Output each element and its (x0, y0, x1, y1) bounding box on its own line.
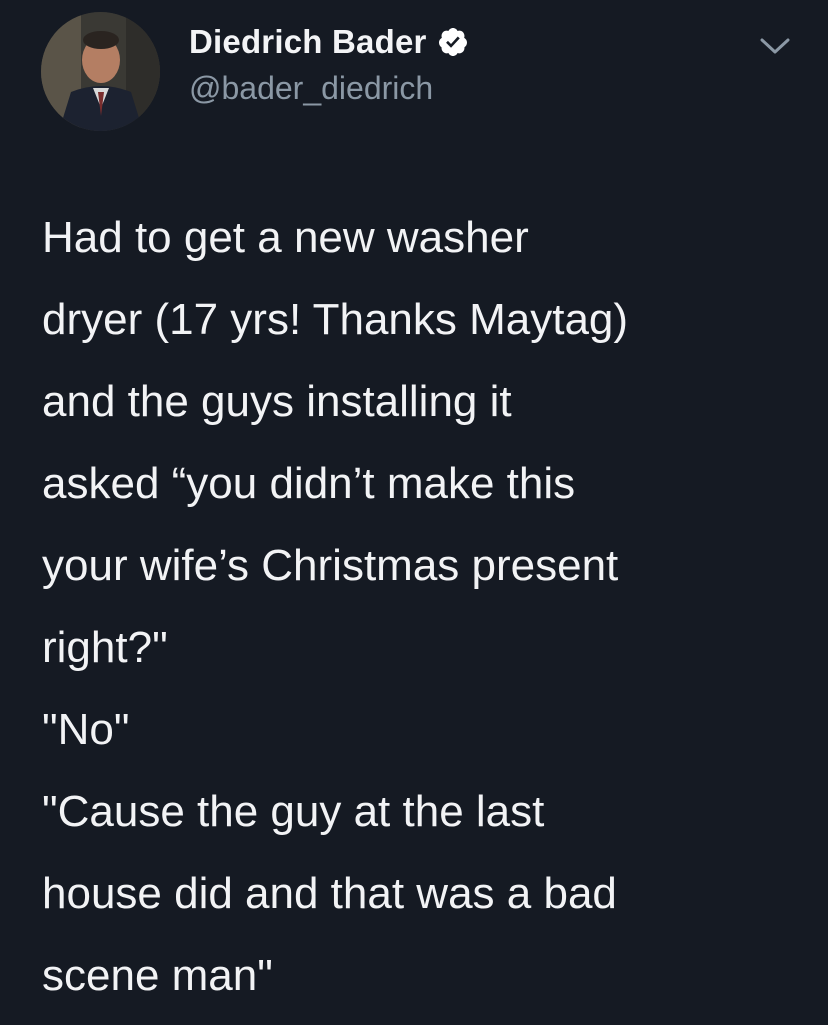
tweet-text-line: dryer (17 yrs! Thanks Maytag) (42, 295, 629, 344)
chevron-down-icon[interactable] (758, 34, 792, 58)
tweet-text-line: "No" (42, 705, 130, 754)
tweet-text-line: asked “you didn’t make this (42, 459, 576, 508)
tweet-text-line: right?" (42, 623, 168, 672)
tweet-text-line: house did and that was a bad (42, 869, 617, 918)
tweet-text-line: and the guys installing it (42, 377, 512, 426)
author-display-name[interactable]: Diedrich Bader (189, 23, 427, 61)
verified-badge-icon (437, 26, 469, 58)
tweet-text-line: your wife’s Christmas present (42, 541, 619, 590)
author-avatar[interactable] (41, 12, 160, 131)
tweet-text-line: Had to get a new washer (42, 213, 529, 262)
author-name-row[interactable]: Diedrich Bader (189, 22, 469, 62)
tweet-card: Diedrich Bader @bader_diedrich Had to ge… (0, 0, 828, 1025)
tweet-text-line: "Cause the guy at the last (42, 787, 545, 836)
tweet-text-line: scene man" (42, 951, 273, 1000)
avatar-image (41, 12, 160, 131)
tweet-text: Had to get a new washer dryer (17 yrs! T… (42, 197, 812, 1017)
author-handle[interactable]: @bader_diedrich (189, 70, 433, 107)
